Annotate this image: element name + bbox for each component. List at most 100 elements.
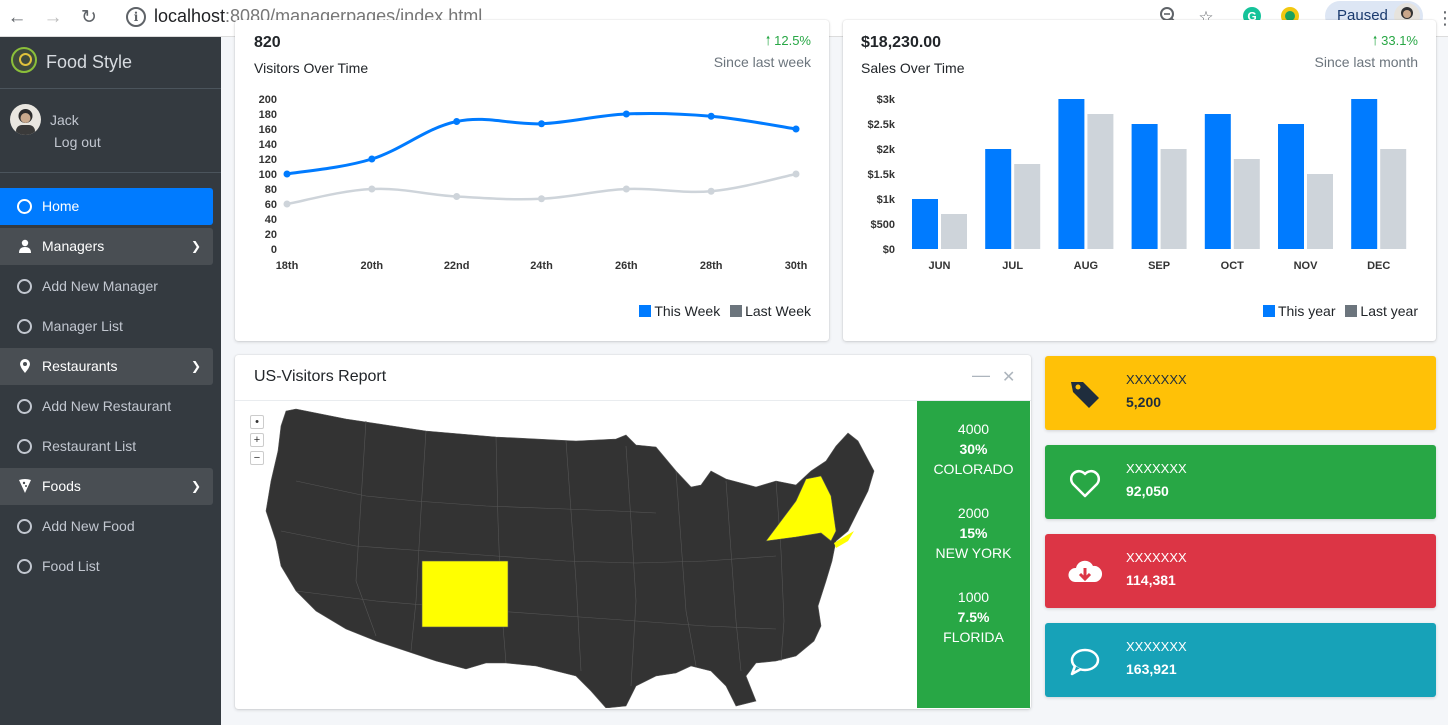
sidebar-item-restaurant-list[interactable]: Restaurant List <box>0 428 213 465</box>
browser-menu-icon[interactable]: ⋮ <box>1436 6 1448 30</box>
info-box-label: XXXXXXX <box>1126 372 1187 387</box>
y-tick-label: 180 <box>259 109 277 121</box>
y-tick-label: $1.5k <box>867 169 895 181</box>
legend-item-this-week[interactable]: This Week <box>639 303 720 319</box>
legend-item-this-year[interactable]: This year <box>1262 303 1336 319</box>
visitors-legend: This Week Last Week <box>639 303 811 319</box>
x-tick-label: OCT <box>1221 260 1245 272</box>
sidebar-group-restaurants[interactable]: Restaurants ❯ <box>0 348 213 385</box>
circle-icon <box>17 519 32 534</box>
x-tick-label: SEP <box>1148 260 1170 272</box>
url-host: localhost <box>154 6 226 26</box>
y-tick-label: 120 <box>259 154 277 166</box>
visitors-card: 820 Visitors Over Time 🠑 12.5% Since las… <box>235 20 829 341</box>
data-point-last-week <box>622 185 630 193</box>
user-icon <box>17 228 33 265</box>
stat-state: NEW YORK <box>935 545 1012 561</box>
sidebar-item-label: Managers <box>42 238 105 254</box>
map-zoom-in-button[interactable]: + <box>250 433 264 447</box>
data-point-this-week <box>707 112 715 120</box>
bar-this-year <box>1058 99 1085 249</box>
forward-icon[interactable]: → <box>40 5 66 31</box>
brand[interactable]: Food Style <box>0 37 221 89</box>
y-tick-label: $0 <box>883 244 895 256</box>
sidebar-item-manager-list[interactable]: Manager List <box>0 308 213 345</box>
legend-swatch <box>1345 305 1358 317</box>
sidebar-item-add-new-manager[interactable]: Add New Manager <box>0 268 213 305</box>
y-tick-label: 20 <box>265 229 277 241</box>
chevron-down-icon: ❯ <box>190 359 201 373</box>
legend-label: Last Week <box>745 303 811 319</box>
back-icon[interactable]: ← <box>4 5 30 31</box>
legend-item-last-week[interactable]: Last Week <box>730 303 811 319</box>
legend-item-last-year[interactable]: Last year <box>1345 303 1418 319</box>
map-stat-florida: 1000 7.5% FLORIDA <box>917 587 1030 647</box>
data-point-this-week <box>538 120 545 128</box>
legend-label: This Week <box>654 303 721 319</box>
sidebar-item-label: Foods <box>42 478 81 494</box>
us-map-svg <box>265 408 875 708</box>
bar-last-year <box>1307 174 1333 249</box>
sales-legend: This year Last year <box>1262 303 1418 319</box>
map-stats-panel: 4000 30% COLORADO 2000 15% NEW YORK 1000… <box>917 401 1030 708</box>
info-box-likes[interactable]: XXXXXXX 92,050 <box>1045 445 1436 519</box>
sidebar-item-label: Add New Restaurant <box>42 398 172 414</box>
y-tick-label: 140 <box>259 139 277 151</box>
comment-icon <box>1067 643 1103 679</box>
sidebar-item-label: Manager List <box>42 318 123 334</box>
sidebar-item-food-list[interactable]: Food List <box>0 548 213 585</box>
sales-card: $18,230.00 Sales Over Time 🠑 33.1% Since… <box>843 20 1436 341</box>
data-point-this-week <box>622 110 630 118</box>
sales-bar-chart: $0 $500 $1k $1.5k $2k $2.5k $3k JUN JUL AUG SEP OCT… <box>867 94 1407 272</box>
x-tick-label: DEC <box>1367 260 1390 272</box>
map-stat-new-york: 2000 15% NEW YORK <box>917 503 1030 563</box>
map-zoom-out-button[interactable]: − <box>250 451 264 465</box>
y-tick-label: 100 <box>259 169 277 181</box>
sidebar: Food Style Jack Log out Home Managers ❯ A… <box>0 37 221 725</box>
data-point-last-week <box>792 170 800 178</box>
info-box-downloads[interactable]: XXXXXXX 114,381 <box>1045 534 1436 608</box>
sidebar-item-add-new-restaurant[interactable]: Add New Restaurant <box>0 388 213 425</box>
data-point-last-week <box>538 195 545 203</box>
logout-link[interactable]: Log out <box>54 134 101 150</box>
close-icon[interactable]: ✕ <box>1002 367 1015 387</box>
x-tick-label: 24th <box>530 260 553 272</box>
y-tick-label: 0 <box>271 244 277 256</box>
y-tick-label: $1k <box>877 194 896 206</box>
stat-pct: 15% <box>959 525 988 541</box>
sidebar-group-managers[interactable]: Managers ❯ <box>0 228 213 265</box>
map-reset-button[interactable]: • <box>250 415 264 429</box>
us-visitors-card: US-Visitors Report — ✕ • + − 4000 30% CO… <box>235 355 1031 709</box>
user-panel: Jack Log out <box>0 89 221 173</box>
info-box-label: XXXXXXX <box>1126 550 1187 565</box>
y-tick-label: $2.5k <box>867 119 895 131</box>
reload-icon[interactable]: ↻ <box>76 5 102 31</box>
minimize-icon[interactable]: — <box>972 365 990 386</box>
sidebar-group-foods[interactable]: Foods ❯ <box>0 468 213 505</box>
circle-icon <box>17 319 32 334</box>
legend-label: This year <box>1277 303 1336 319</box>
x-tick-label: 28th <box>700 260 723 272</box>
sidebar-item-home[interactable]: Home <box>0 188 213 225</box>
sidebar-menu: Home Managers ❯ Add New Manager Manager L… <box>0 188 221 588</box>
bar-last-year <box>1160 149 1187 249</box>
x-tick-label: 26th <box>615 260 638 272</box>
y-tick-label: 40 <box>265 214 277 226</box>
y-tick-label: $500 <box>871 219 895 231</box>
bar-this-year <box>1204 114 1231 249</box>
sidebar-item-add-new-food[interactable]: Add New Food <box>0 508 213 545</box>
info-box-tags[interactable]: XXXXXXX 5,200 <box>1045 356 1436 430</box>
us-map[interactable]: • + − <box>236 401 917 708</box>
x-tick-label: AUG <box>1074 260 1098 272</box>
visitors-line-chart: 0 20 40 60 80 100 120 140 160 180 200 18th 20th 22nd 2… <box>259 94 808 272</box>
stat-count: 4000 <box>957 421 990 437</box>
info-box-comments[interactable]: XXXXXXX 163,921 <box>1045 623 1436 697</box>
user-name[interactable]: Jack <box>50 112 79 128</box>
sidebar-item-label: Add New Manager <box>42 278 158 294</box>
site-info-icon[interactable]: i <box>126 7 146 27</box>
data-point-this-week <box>283 170 291 178</box>
avatar <box>10 104 41 135</box>
bar-this-year <box>985 149 1012 249</box>
info-box-label: XXXXXXX <box>1126 639 1187 654</box>
data-point-this-week <box>368 155 376 163</box>
